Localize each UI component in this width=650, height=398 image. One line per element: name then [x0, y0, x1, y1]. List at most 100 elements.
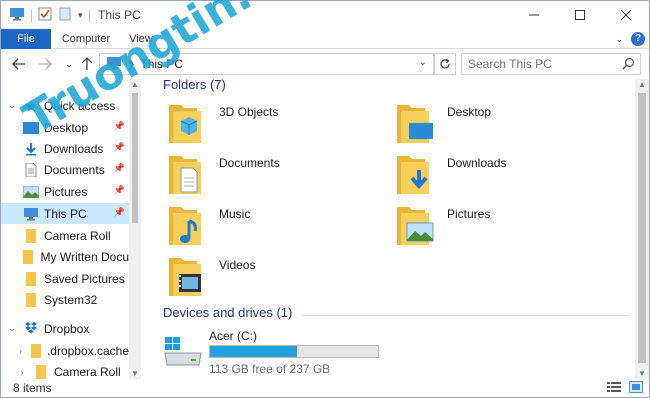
folder-icon — [21, 249, 35, 265]
folder-label: Documents — [219, 156, 280, 170]
folder-label: Desktop — [447, 105, 492, 119]
ribbon-tabs: File Computer View ⌄ ? — [1, 29, 649, 49]
folder-videos[interactable]: Videos — [167, 254, 387, 302]
large-icons-view-icon[interactable] — [629, 381, 643, 396]
nav-item-desktop[interactable]: Desktop 📌 — [1, 117, 129, 138]
nav-item-camera-roll-dropbox[interactable]: › Camera Roll — [1, 361, 129, 381]
pin-icon[interactable]: 📌 — [114, 207, 125, 218]
chevron-down-icon[interactable]: ⌄ — [5, 323, 19, 334]
folder-icon — [33, 364, 49, 380]
music-folder-icon — [167, 203, 207, 247]
item-count: 8 items — [13, 381, 52, 395]
document-icon — [23, 162, 39, 178]
nav-item-label: Pictures — [44, 184, 88, 199]
drive-acer-c[interactable]: Acer (C:) 113 GB free of 237 GB — [161, 329, 421, 377]
customize-toolbar-icon[interactable]: ▾ — [78, 10, 83, 21]
scroll-down-icon[interactable]: ▼ — [638, 369, 646, 378]
star-icon — [23, 98, 39, 114]
view-switcher — [607, 381, 643, 396]
scroll-up-icon[interactable]: ▲ — [638, 80, 646, 89]
nav-item-label: Camera Roll — [44, 228, 111, 243]
close-button[interactable] — [603, 1, 649, 29]
search-input[interactable] — [462, 54, 617, 74]
nav-item-documents[interactable]: Documents 📌 — [1, 159, 129, 180]
desktop-folder-icon — [395, 101, 435, 145]
navigation-pane: ⌄ Quick access Desktop 📌 Downloads 📌 Doc… — [1, 79, 141, 381]
folder-label: 3D Objects — [219, 105, 279, 119]
drives-group-header[interactable]: Devices and drives (1) — [163, 305, 292, 320]
chevron-right-icon[interactable]: › — [15, 346, 26, 356]
address-bar[interactable]: ❯ This PC ⌄ — [99, 53, 434, 75]
scrollbar-thumb[interactable] — [132, 93, 138, 223]
tab-file[interactable]: File — [1, 29, 51, 49]
drive-name: Acer (C:) — [209, 329, 257, 343]
pin-icon[interactable]: 📌 — [114, 142, 125, 153]
desktop-icon — [23, 120, 39, 136]
folder-downloads[interactable]: Downloads — [395, 152, 615, 200]
folder-icon — [23, 228, 39, 244]
scrollbar-thumb[interactable] — [638, 93, 646, 363]
nav-item-this-pc[interactable]: This PC 📌 — [1, 203, 129, 224]
chevron-down-icon[interactable]: ⌄ — [5, 100, 19, 111]
navigation-scrollbar[interactable]: ▲ ▼ — [129, 79, 141, 381]
search-box[interactable] — [461, 53, 641, 75]
nav-item-saved-pictures[interactable]: Saved Pictures — [1, 268, 129, 289]
folder-label: Videos — [219, 258, 256, 272]
folder-icon — [23, 271, 39, 287]
nav-item-label: Dropbox — [44, 321, 90, 336]
recent-locations-icon[interactable]: ⌄ — [61, 55, 77, 73]
folder-pictures[interactable]: Pictures — [395, 203, 615, 251]
nav-item-dropbox-cache[interactable]: › .dropbox.cache — [1, 340, 129, 361]
nav-item-camera-roll[interactable]: Camera Roll — [1, 225, 129, 246]
forward-button[interactable] — [37, 55, 53, 73]
nav-item-label: This PC — [44, 206, 87, 221]
ribbon-right-controls: ⌄ ? — [615, 32, 645, 46]
properties-icon[interactable] — [38, 7, 52, 24]
help-icon[interactable]: ? — [631, 32, 645, 46]
nav-item-label: Quick access — [44, 98, 116, 113]
tab-view[interactable]: View — [123, 29, 159, 49]
chevron-right-icon[interactable]: › — [15, 367, 29, 377]
folder-3d-objects[interactable]: 3D Objects — [167, 101, 387, 149]
scroll-up-icon[interactable]: ▲ — [131, 80, 139, 89]
nav-item-pictures[interactable]: Pictures 📌 — [1, 181, 129, 202]
search-icon[interactable] — [622, 57, 635, 73]
drive-usage-bar — [209, 345, 379, 358]
maximize-button[interactable] — [557, 1, 603, 29]
address-dropdown-icon[interactable]: ⌄ — [419, 57, 427, 68]
details-view-icon[interactable] — [607, 381, 621, 396]
content-scrollbar[interactable]: ▲ ▼ — [635, 79, 649, 381]
scroll-down-icon[interactable]: ▼ — [131, 369, 139, 378]
pin-icon[interactable]: 📌 — [114, 185, 125, 196]
nav-item-dropbox[interactable]: ⌄ Dropbox — [1, 318, 129, 339]
breadcrumb-separator-icon[interactable]: ❯ — [127, 59, 135, 70]
nav-item-system32[interactable]: System32 — [1, 289, 129, 310]
minimize-button[interactable] — [511, 1, 557, 29]
folders-group-header[interactable]: Folders (7) — [163, 79, 226, 92]
window-title: This PC — [98, 8, 141, 22]
folder-label: Downloads — [447, 156, 507, 170]
window-controls — [511, 1, 649, 29]
pin-icon[interactable]: 📌 — [114, 121, 125, 132]
folder-documents[interactable]: Documents — [167, 152, 387, 200]
nav-item-downloads[interactable]: Downloads 📌 — [1, 138, 129, 159]
tab-computer[interactable]: Computer — [57, 29, 115, 49]
folders-heading: Folders (7) — [163, 79, 226, 92]
title-bar: ▾ This PC — [1, 1, 649, 29]
expand-ribbon-icon[interactable]: ⌄ — [615, 34, 623, 45]
content-area: Folders (7) 3D Objects Desktop Documents… — [141, 79, 635, 381]
explorer-window: ▾ This PC File Computer View ⌄ ? ⌄ ❯ Thi… — [0, 0, 650, 398]
dropbox-icon — [23, 321, 39, 337]
back-button[interactable] — [11, 55, 27, 73]
nav-item-label: Desktop — [44, 120, 89, 135]
refresh-button[interactable] — [434, 53, 456, 75]
breadcrumb-item-this-pc[interactable]: This PC — [140, 57, 183, 71]
up-button[interactable] — [79, 55, 95, 73]
new-folder-icon[interactable] — [58, 7, 72, 24]
nav-item-my-written-documents[interactable]: My Written Docu — [1, 246, 129, 267]
folder-music[interactable]: Music — [167, 203, 387, 251]
toolbar-divider — [31, 8, 32, 23]
nav-item-quick-access[interactable]: ⌄ Quick access — [1, 95, 129, 116]
folder-desktop[interactable]: Desktop — [395, 101, 615, 149]
pin-icon[interactable]: 📌 — [114, 163, 125, 174]
